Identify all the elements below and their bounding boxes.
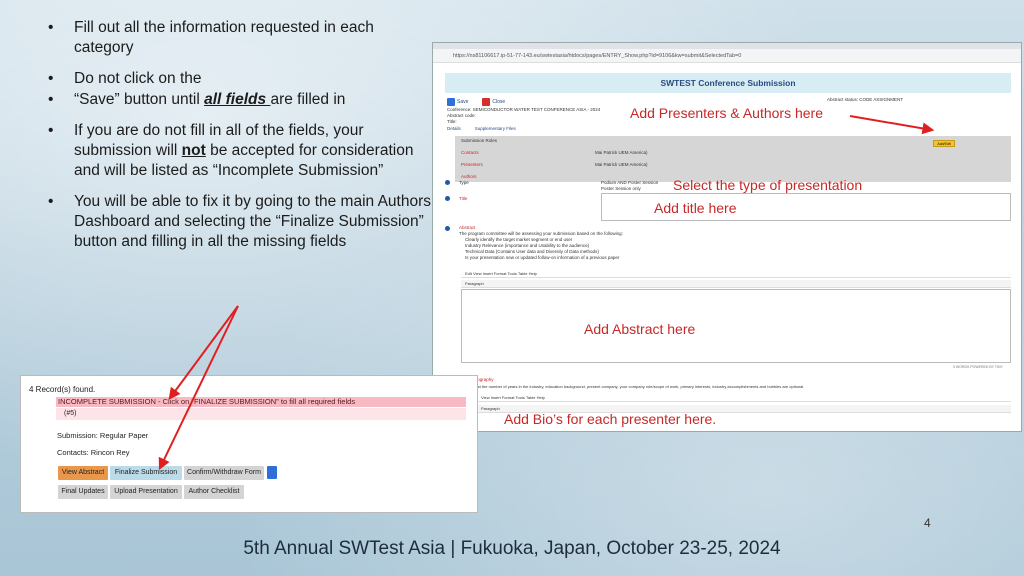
confirm-withdraw-button[interactable]: Confirm/Withdraw Form — [184, 466, 264, 480]
abstract-criterion: Clearly identify the target market segme… — [465, 237, 573, 242]
add-edit-button[interactable]: Add/Edit — [933, 140, 955, 147]
bullet-not-accepted: • If you are do not fill in all of the fi… — [48, 122, 414, 179]
presenters-value: Mai Patrick UEM America) — [595, 162, 648, 167]
view-abstract-button[interactable]: View Abstract — [58, 466, 108, 480]
tab-files[interactable]: Supplementary Files — [475, 125, 516, 132]
abstract-help: The program committee will be assessing … — [459, 231, 623, 236]
bullet-do-not-click: • Do not click on the — [48, 70, 202, 87]
editor-menu[interactable]: Edit View Insert Format Tools Table Help — [461, 270, 1011, 278]
final-updates-button[interactable]: Final Updates — [58, 485, 108, 499]
presenters-label: Presenters — [461, 162, 483, 167]
record-contacts: Contacts: Rincon Rey — [57, 448, 130, 457]
incomplete-banner: INCOMPLETE SUBMISSION - Click on "FINALI… — [56, 397, 466, 407]
abstract-criterion: Technical Data (Contains User data and D… — [465, 249, 599, 254]
bullet-save-button: • “Save” button until all fields are fill… — [48, 91, 346, 108]
abstract-label: Abstract — [459, 225, 476, 230]
bullet-fix-it: • You will be able to fix it by going to … — [48, 193, 432, 250]
title-label: Title — [459, 196, 468, 201]
editor-toolbar[interactable]: Paragraph — [461, 280, 1011, 288]
abstract-editor[interactable] — [461, 289, 1011, 363]
word-count: 0 WORDS POWERED BY TINY — [953, 365, 1003, 369]
submission-type: Submission: Regular Paper — [57, 431, 149, 440]
annotation-title: Add title here — [654, 200, 737, 216]
records-screenshot: 4 Record(s) found. INCOMPLETE SUBMISSION… — [20, 375, 478, 513]
bullet-fill-info: • Fill out all the information requested … — [48, 19, 374, 56]
bio-help: should list the number of years in the i… — [463, 384, 805, 389]
record-count: 4 Record(s) found. — [29, 385, 96, 394]
close-icon — [482, 97, 491, 106]
form-tabs: Details Supplementary Files — [433, 125, 1021, 132]
roles-panel: Submission Roles Contacts Mai Patrick UE… — [455, 136, 1011, 182]
close-button[interactable]: Close — [482, 97, 505, 107]
authors-label: Authors — [461, 174, 477, 179]
address-bar[interactable]: https://ns81106617.ip-51-77-143.eu/swtes… — [433, 49, 1021, 63]
form-title: SWTEST Conference Submission — [445, 73, 1011, 93]
author-checklist-button[interactable]: Author Checklist — [184, 485, 244, 499]
page-number: 4 — [924, 516, 931, 530]
annotation-type: Select the type of presentation — [673, 177, 863, 193]
instruction-list: • Fill out all the information requested … — [44, 18, 434, 263]
finalize-submission-button[interactable]: Finalize Submission — [110, 466, 182, 480]
abstract-criterion: Industry Relevance (importance and Usabi… — [465, 243, 590, 248]
type-option-poster[interactable]: Poster Session only — [601, 186, 641, 191]
contacts-label: Contacts — [461, 150, 479, 155]
upload-presentation-button[interactable]: Upload Presentation — [110, 485, 182, 499]
roles-header: Submission Roles — [461, 138, 498, 143]
record-id: (#5) — [56, 408, 466, 420]
info-icon — [445, 180, 450, 185]
type-option-podium[interactable]: Podium AND Poster Session — [601, 180, 658, 185]
annotation-bio: Add Bio’s for each presenter here. — [504, 411, 717, 427]
type-label: Type — [459, 180, 469, 185]
annotation-presenters: Add Presenters & Authors here — [630, 105, 823, 121]
footer: 5th Annual SWTest Asia | Fukuoka, Japan,… — [243, 538, 781, 559]
abstract-status: Abstract status: CODE ASSIGNMENT — [827, 97, 904, 102]
info-icon — [445, 226, 450, 231]
save-icon — [447, 97, 455, 106]
save-button[interactable]: Save — [447, 97, 468, 107]
bio-editor-menu[interactable]: View Insert Format Tools Table Help — [477, 394, 1011, 402]
submission-form-screenshot: https://ns81106617.ip-51-77-143.eu/swtes… — [432, 42, 1022, 432]
contacts-value: Mai Patrick UEM America) — [595, 150, 648, 155]
info-icon — [445, 196, 450, 201]
trash-icon[interactable] — [267, 466, 277, 479]
tab-details[interactable]: Details — [447, 125, 461, 132]
annotation-abstract: Add Abstract here — [584, 321, 696, 337]
abstract-criterion: Is your presentation new or updated foll… — [465, 255, 620, 260]
